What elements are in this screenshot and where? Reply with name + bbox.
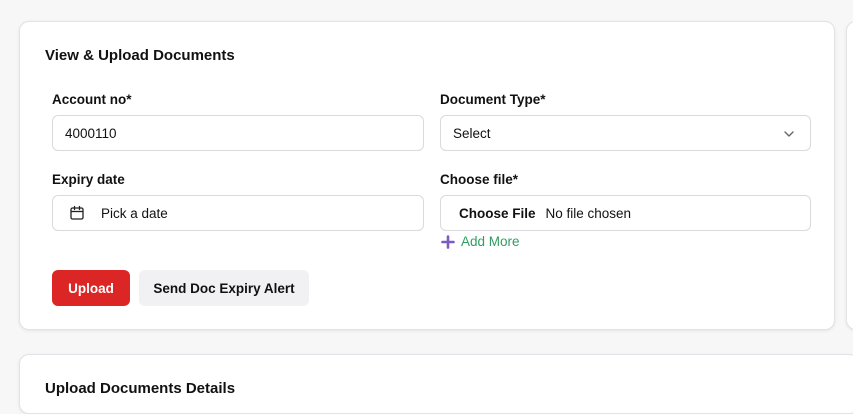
choose-file-label: Choose file* [440, 172, 519, 187]
upload-button[interactable]: Upload [52, 270, 130, 306]
account-no-label: Account no* [52, 92, 132, 107]
card-title: View & Upload Documents [45, 47, 235, 64]
choose-file-button[interactable]: Choose File [441, 206, 536, 221]
add-more-button[interactable]: Add More [441, 234, 520, 249]
account-no-value: 4000110 [65, 125, 117, 141]
file-input[interactable]: Choose File No file chosen [440, 195, 811, 231]
side-card-edge [846, 21, 853, 330]
upload-documents-card: View & Upload Documents Account no* 4000… [19, 21, 835, 330]
document-type-value: Select [453, 125, 491, 141]
expiry-date-label: Expiry date [52, 172, 125, 187]
calendar-icon [69, 205, 85, 221]
expiry-date-placeholder: Pick a date [101, 205, 168, 221]
details-title: Upload Documents Details [45, 380, 236, 397]
plus-icon [441, 234, 455, 249]
upload-documents-details-card: Upload Documents Details [19, 354, 853, 414]
send-doc-expiry-alert-button[interactable]: Send Doc Expiry Alert [139, 270, 309, 306]
account-no-input[interactable]: 4000110 [52, 115, 424, 151]
document-type-label: Document Type* [440, 92, 546, 107]
document-type-select[interactable]: Select [440, 115, 811, 151]
expiry-date-picker[interactable]: Pick a date [52, 195, 424, 231]
file-status: No file chosen [545, 205, 632, 221]
add-more-label: Add More [461, 234, 520, 249]
chevron-down-icon [782, 127, 796, 141]
